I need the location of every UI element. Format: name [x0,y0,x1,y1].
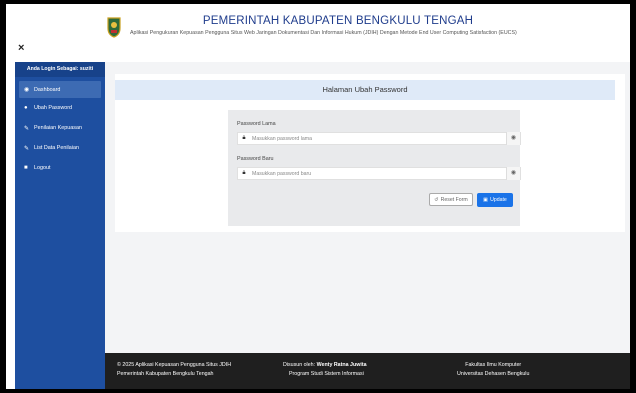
sidebar-item-ubah-password[interactable]: ● Ubah Password [15,98,105,118]
page-title: PEMERINTAH KABUPATEN BENGKULU TENGAH [202,15,474,27]
content-panel: Halaman Ubah Password Password Lama 🔒︎ M… [115,74,625,232]
login-status: Anda Login Sebagai: suziti [15,62,105,77]
sidebar-item-logout[interactable]: ■ Logout [15,158,105,178]
app-window: × PEMERINTAH KABUPATEN BENGKULU TENGAH A… [6,4,630,389]
sidebar-item-label: Ubah Password [34,105,73,111]
footer-left-line2: Pemerintah Kabupaten Bengkulu Tengah [117,371,214,377]
footer-author-prefix: Disusun oleh: [283,362,316,368]
lock-icon: 🔒︎ [242,135,246,141]
show-password-icon[interactable]: ◉ [506,167,520,180]
user-icon: ● [24,105,28,111]
old-password-input[interactable]: Masukkan password lama [250,136,506,142]
sidebar: Anda Login Sebagai: suziti ◉ Dashboard ●… [15,62,105,389]
update-label: Update [490,197,507,203]
sidebar-item-label: Logout [34,165,51,171]
close-icon[interactable]: × [18,42,24,54]
update-button[interactable]: ▣ Update [477,193,513,207]
dashboard-icon: ◉ [24,87,30,93]
lock-icon: 🔒︎ [242,170,246,176]
sidebar-item-list-data-penilaian[interactable]: ✎ List Data Penilaian [15,138,105,158]
sidebar-item-label: Penilaian Kepuasan [34,125,82,131]
sidebar-item-label: Dashboard [34,86,61,93]
logout-icon: ■ [24,165,28,171]
sidebar-item-penilaian-kepuasan[interactable]: ✎ Penilaian Kepuasan [15,118,105,138]
footer-left-line1: © 2025 Aplikasi Kepuasan Pengguna Situs … [117,362,232,368]
footer-copyright: © 2025 Aplikasi Kepuasan Pengguna Situs … [117,361,231,379]
footer-right-line1: Fakultas Ilmu Komputer [465,362,522,368]
footer-author: Disusun oleh: Wenty Ratna Juwita Program… [283,361,367,379]
old-password-field[interactable]: 🔒︎ Masukkan password lama ◉ [237,132,521,145]
sidebar-item-dashboard[interactable]: ◉ Dashboard [19,81,101,98]
reset-icon: ↺ [434,196,439,203]
page-header: × PEMERINTAH KABUPATEN BENGKULU TENGAH A… [6,4,630,60]
reset-label: Reset Form [440,196,468,203]
page-footer: © 2025 Aplikasi Kepuasan Pengguna Situs … [105,353,630,389]
footer-right-line2: Universitas Dehasen Bengkulu [457,371,530,377]
reset-form-button[interactable]: ↺ Reset Form [429,193,473,206]
show-password-icon[interactable]: ◉ [506,132,520,145]
edit-icon: ✎ [24,125,30,132]
new-password-field[interactable]: 🔒︎ Masukkan password baru ◉ [237,167,521,180]
change-password-form: Password Lama 🔒︎ Masukkan password lama … [228,110,521,226]
new-password-input[interactable]: Masukkan password baru [250,171,506,177]
app-subtitle: Aplikasi Pengukuran Kepuasan Pengguna Si… [130,30,517,36]
new-password-label: Password Baru [237,156,274,162]
sidebar-item-label: List Data Penilaian [34,145,79,151]
save-icon: ▣ [483,197,489,203]
footer-mid-line2: Program Studi Sistem Informasi [289,371,364,377]
edit-icon: ✎ [24,145,30,152]
footer-institution: Fakultas Ilmu Komputer Universitas Dehas… [457,361,529,379]
footer-author-name: Wenty Ratna Juwita [316,362,367,368]
main-content: Halaman Ubah Password Password Lama 🔒︎ M… [105,62,630,353]
old-password-label: Password Lama [237,121,276,127]
panel-title: Halaman Ubah Password [115,80,615,100]
